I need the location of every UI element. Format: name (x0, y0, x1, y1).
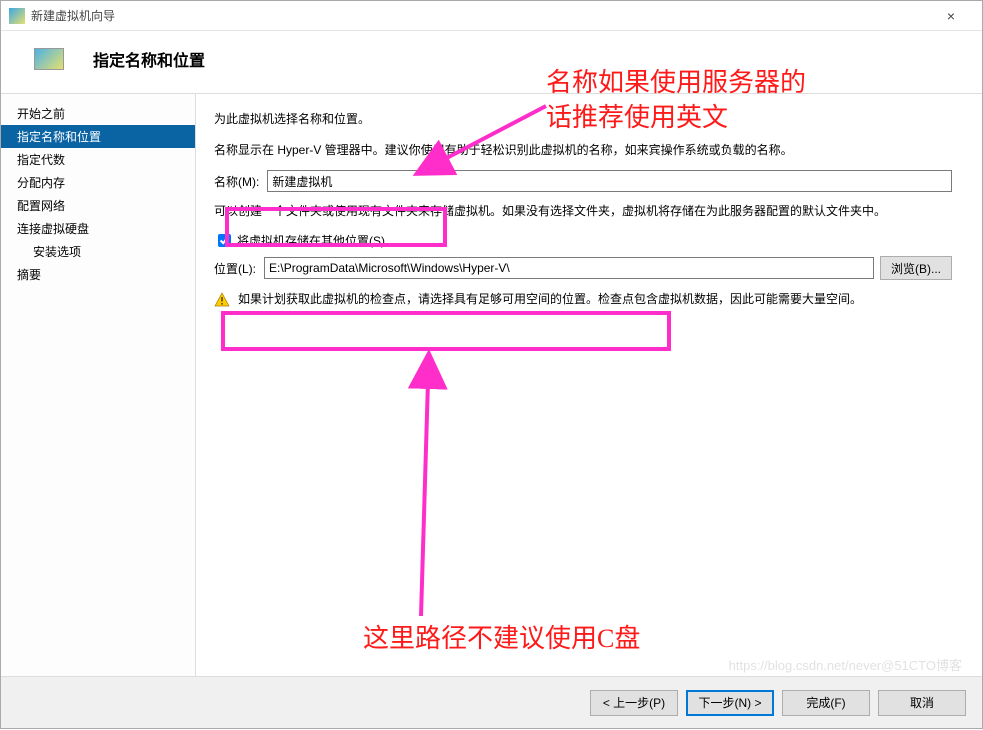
cancel-button[interactable]: 取消 (878, 690, 966, 716)
store-elsewhere-checkbox[interactable] (218, 234, 231, 247)
step-virtual-disk[interactable]: 连接虚拟硬盘 (1, 217, 195, 240)
step-memory[interactable]: 分配内存 (1, 171, 195, 194)
location-label: 位置(L): (214, 260, 256, 277)
close-button[interactable]: × (928, 8, 974, 24)
step-before-begin[interactable]: 开始之前 (1, 102, 195, 125)
step-generation[interactable]: 指定代数 (1, 148, 195, 171)
wizard-footer: < 上一步(P) 下一步(N) > 完成(F) 取消 (1, 676, 982, 728)
page-title: 指定名称和位置 (93, 47, 205, 71)
window-title: 新建虚拟机向导 (31, 7, 115, 24)
watermark-text: https://blog.csdn.net/never@51CTO博客 (729, 655, 962, 674)
vm-location-input[interactable] (264, 257, 874, 279)
next-button[interactable]: 下一步(N) > (686, 690, 774, 716)
location-description: 可以创建一个文件夹或使用现有文件夹来存储虚拟机。如果没有选择文件夹，虚拟机将存储… (214, 202, 952, 221)
name-description: 名称显示在 Hyper-V 管理器中。建议你使用有助于轻松识别此虚拟机的名称，如… (214, 141, 952, 160)
intro-text: 为此虚拟机选择名称和位置。 (214, 110, 952, 127)
warning-icon (214, 292, 230, 308)
name-row: 名称(M): (214, 170, 952, 192)
step-network[interactable]: 配置网络 (1, 194, 195, 217)
finish-button[interactable]: 完成(F) (782, 690, 870, 716)
vm-name-input[interactable] (267, 170, 952, 192)
wizard-body: 开始之前 指定名称和位置 指定代数 分配内存 配置网络 连接虚拟硬盘 安装选项 … (1, 93, 982, 676)
titlebar: 新建虚拟机向导 × (1, 1, 982, 31)
step-summary[interactable]: 摘要 (1, 263, 195, 286)
warning-text: 如果计划获取此虚拟机的检查点，请选择具有足够可用空间的位置。检查点包含虚拟机数据… (238, 290, 952, 309)
warning-row: 如果计划获取此虚拟机的检查点，请选择具有足够可用空间的位置。检查点包含虚拟机数据… (214, 290, 952, 309)
wizard-steps-sidebar: 开始之前 指定名称和位置 指定代数 分配内存 配置网络 连接虚拟硬盘 安装选项 … (1, 94, 196, 676)
store-elsewhere-row: 将虚拟机存储在其他位置(S) (214, 231, 952, 250)
prev-button[interactable]: < 上一步(P) (590, 690, 678, 716)
store-elsewhere-label: 将虚拟机存储在其他位置(S) (237, 232, 385, 249)
wizard-content: 为此虚拟机选择名称和位置。 名称显示在 Hyper-V 管理器中。建议你使用有助… (196, 94, 982, 676)
browse-button[interactable]: 浏览(B)... (880, 256, 952, 280)
page-header: 指定名称和位置 (1, 31, 982, 93)
step-install-options[interactable]: 安装选项 (1, 240, 195, 263)
location-row: 位置(L): 浏览(B)... (214, 256, 952, 280)
header-icon (25, 45, 73, 73)
app-icon (9, 8, 25, 24)
name-label: 名称(M): (214, 173, 259, 190)
step-name-location[interactable]: 指定名称和位置 (1, 125, 195, 148)
wizard-window: 新建虚拟机向导 × 指定名称和位置 开始之前 指定名称和位置 指定代数 分配内存… (0, 0, 983, 729)
